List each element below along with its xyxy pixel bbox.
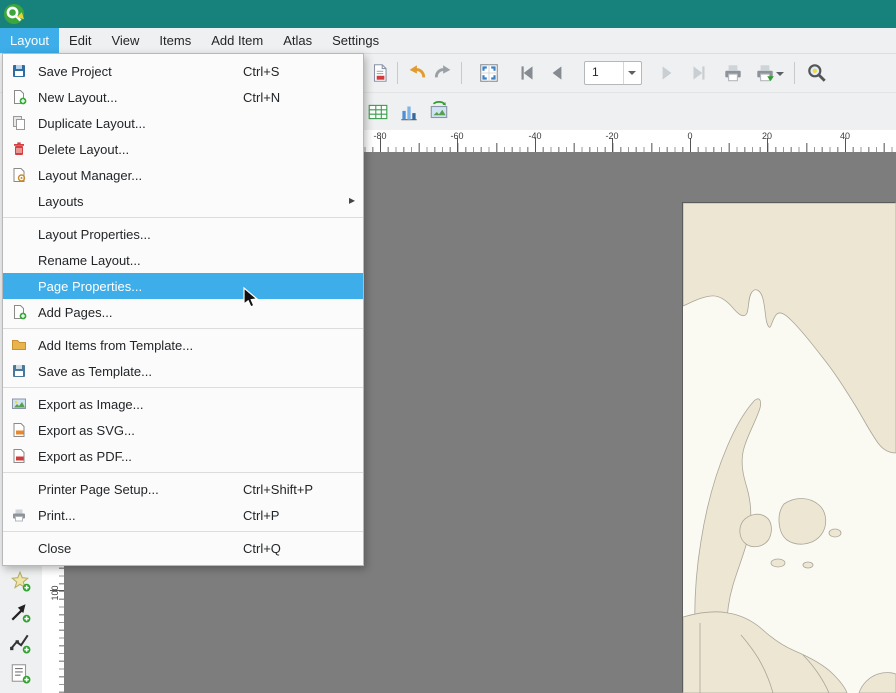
menu-item-print[interactable]: Print... Ctrl+P bbox=[3, 502, 363, 528]
ruler-label: 0 bbox=[687, 131, 692, 141]
menu-item-save-as-template[interactable]: Save as Template... bbox=[3, 358, 363, 384]
menu-view[interactable]: View bbox=[101, 28, 149, 53]
menu-item-add-pages[interactable]: Add Pages... bbox=[3, 299, 363, 325]
atlas-prev-icon[interactable] bbox=[546, 62, 568, 84]
menu-item-delete-layout[interactable]: Delete Layout... bbox=[3, 136, 363, 162]
menu-separator bbox=[3, 387, 363, 388]
atlas-page-value: 1 bbox=[592, 65, 599, 79]
toolbar-separator bbox=[794, 62, 795, 84]
menu-edit[interactable]: Edit bbox=[59, 28, 101, 53]
atlas-last-icon[interactable] bbox=[688, 62, 710, 84]
duplicate-layout-icon bbox=[11, 115, 33, 131]
export-pdf-icon bbox=[11, 448, 33, 464]
menu-item-save-project[interactable]: Save Project Ctrl+S bbox=[3, 58, 363, 84]
menu-item-layout-manager[interactable]: Layout Manager... bbox=[3, 162, 363, 188]
zoom-full-icon[interactable] bbox=[478, 62, 500, 84]
menu-atlas[interactable]: Atlas bbox=[273, 28, 322, 53]
new-layout-icon bbox=[11, 89, 33, 105]
menu-settings[interactable]: Settings bbox=[322, 28, 389, 53]
menu-items[interactable]: Items bbox=[149, 28, 201, 53]
menu-item-new-layout[interactable]: New Layout... Ctrl+N bbox=[3, 84, 363, 110]
menu-item-page-properties[interactable]: Page Properties... bbox=[3, 273, 363, 299]
qgis-logo-icon bbox=[2, 2, 26, 26]
export-atlas-icon[interactable] bbox=[754, 62, 776, 84]
bar-chart-icon[interactable] bbox=[398, 101, 420, 123]
menu-separator bbox=[3, 531, 363, 532]
folder-icon bbox=[11, 337, 33, 353]
qgis-layout-window: Layout Edit View Items Add Item Atlas Se… bbox=[0, 0, 896, 693]
menu-item-duplicate-layout[interactable]: Duplicate Layout... bbox=[3, 110, 363, 136]
ruler-label: 20 bbox=[762, 131, 772, 141]
toolbar-separator bbox=[397, 62, 398, 84]
menu-item-printer-page-setup[interactable]: Printer Page Setup... Ctrl+Shift+P bbox=[3, 476, 363, 502]
menu-item-export-as-image[interactable]: Export as Image... bbox=[3, 391, 363, 417]
menu-separator bbox=[3, 328, 363, 329]
menu-item-export-as-pdf[interactable]: Export as PDF... bbox=[3, 443, 363, 469]
add-arrow-icon[interactable] bbox=[9, 601, 31, 623]
ruler-label: -60 bbox=[450, 131, 463, 141]
add-label-icon[interactable] bbox=[9, 662, 31, 684]
atlas-first-icon[interactable] bbox=[516, 62, 538, 84]
menu-item-layout-properties[interactable]: Layout Properties... bbox=[3, 221, 363, 247]
redo-icon[interactable] bbox=[433, 62, 455, 84]
export-image-icon bbox=[11, 396, 33, 412]
ruler-label: -80 bbox=[373, 131, 386, 141]
ruler-label: 40 bbox=[840, 131, 850, 141]
zoom-preview-icon[interactable] bbox=[806, 62, 828, 84]
save-template-icon bbox=[11, 363, 33, 379]
menu-item-rename-layout[interactable]: Rename Layout... bbox=[3, 247, 363, 273]
export-report-icon[interactable] bbox=[369, 62, 391, 84]
titlebar[interactable] bbox=[0, 0, 896, 28]
ruler-label: -40 bbox=[528, 131, 541, 141]
add-node-item-icon[interactable] bbox=[9, 632, 31, 654]
map-item[interactable] bbox=[683, 203, 896, 693]
layout-page[interactable] bbox=[683, 203, 896, 693]
toolbar-separator bbox=[461, 62, 462, 84]
menu-layout[interactable]: Layout bbox=[0, 28, 59, 53]
menu-separator bbox=[3, 217, 363, 218]
add-pages-icon bbox=[11, 304, 33, 320]
layout-manager-icon bbox=[11, 167, 33, 183]
ruler-label: 100 bbox=[50, 582, 60, 604]
menubar: Layout Edit View Items Add Item Atlas Se… bbox=[0, 28, 896, 54]
atlas-next-icon[interactable] bbox=[656, 62, 678, 84]
combo-dropdown-icon[interactable] bbox=[623, 62, 641, 84]
ruler-label: -20 bbox=[605, 131, 618, 141]
export-svg-icon bbox=[11, 422, 33, 438]
add-marker-icon[interactable] bbox=[9, 570, 31, 592]
menu-item-add-items-from-template[interactable]: Add Items from Template... bbox=[3, 332, 363, 358]
attribute-table-icon[interactable] bbox=[367, 101, 389, 123]
submenu-arrow-icon: ▸ bbox=[349, 193, 355, 207]
mouse-cursor bbox=[243, 287, 258, 309]
save-project-icon bbox=[11, 63, 33, 79]
menu-add-item[interactable]: Add Item bbox=[201, 28, 273, 53]
layout-menu-popup: Save Project Ctrl+S New Layout... Ctrl+N… bbox=[2, 53, 364, 566]
refresh-view-icon[interactable] bbox=[428, 101, 450, 123]
menu-item-close[interactable]: Close Ctrl+Q bbox=[3, 535, 363, 561]
print-atlas-icon[interactable] bbox=[722, 62, 744, 84]
menu-separator bbox=[3, 472, 363, 473]
delete-layout-icon bbox=[11, 141, 33, 157]
export-atlas-menu-caret-icon[interactable] bbox=[776, 72, 784, 80]
menu-item-export-as-svg[interactable]: Export as SVG... bbox=[3, 417, 363, 443]
print-icon bbox=[11, 507, 33, 523]
undo-icon[interactable] bbox=[405, 62, 427, 84]
atlas-page-combo[interactable]: 1 bbox=[584, 61, 642, 85]
menu-item-layouts[interactable]: Layouts ▸ bbox=[3, 188, 363, 214]
